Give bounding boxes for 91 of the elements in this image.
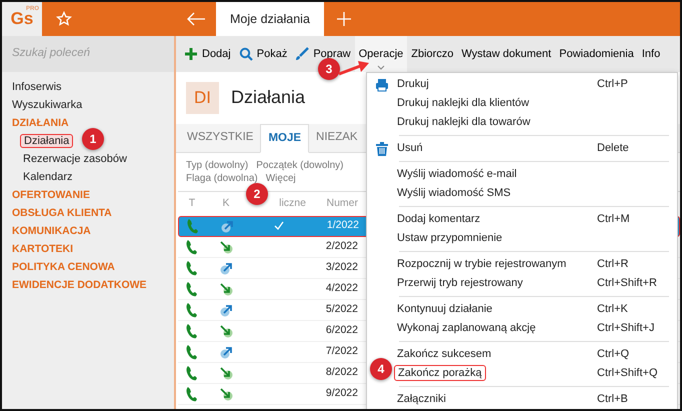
shortcut-label: Ctrl+Q [597, 348, 630, 360]
toolbar-button[interactable]: Zbiorczo [407, 36, 458, 72]
tab[interactable]: Moje działania [216, 2, 324, 36]
sidebar-item[interactable]: Infoserwis [2, 78, 174, 96]
menu-item[interactable]: Przerwij tryb rejestrowany [394, 276, 526, 290]
column-header: K [222, 196, 230, 211]
toolbar-button[interactable]: Operacje [354, 36, 408, 72]
phone-icon [185, 302, 199, 318]
toolbar-button[interactable]: Info [638, 36, 664, 72]
menu-item[interactable]: Wyślij wiadomość SMS [394, 186, 514, 200]
tab[interactable]: NIEZAK [309, 124, 365, 152]
plus-icon [184, 47, 198, 61]
column-header: Numer [326, 196, 358, 209]
shortcut-label: Ctrl+Shift+R [597, 277, 657, 290]
incoming-arrow-icon [219, 282, 233, 296]
sidebar-item[interactable]: Kalendarz [20, 171, 76, 183]
table-cell: 2/2022 [326, 240, 358, 252]
back-icon[interactable] [186, 12, 206, 26]
incoming-arrow-icon [219, 386, 233, 400]
table-cell: 4/2022 [326, 282, 358, 294]
table-cell: 1/2022 [326, 219, 359, 232]
phone-icon [185, 238, 199, 254]
column-header: liczne [279, 196, 306, 209]
sidebar-item[interactable]: Wyszukiwarka [2, 96, 174, 114]
shortcut-label: Ctrl+Shift+J [597, 322, 654, 334]
module-code: DI [186, 82, 219, 114]
phone-icon [185, 386, 199, 402]
shortcut-label: Ctrl+B [597, 393, 628, 406]
incoming-arrow-icon [219, 240, 233, 254]
arrow-icon [338, 60, 370, 76]
phone-icon [185, 280, 199, 296]
menu-item[interactable]: Drukuj [394, 77, 432, 92]
tab[interactable]: WSZYSTKIE [180, 124, 260, 152]
sidebar-item[interactable]: Rezerwacje zasobów [20, 153, 130, 165]
printer-icon [375, 78, 389, 92]
menu-item[interactable]: Załączniki [394, 392, 449, 406]
table-cell: 5/2022 [326, 302, 358, 315]
menu-item[interactable]: Dodaj komentarz [394, 212, 484, 226]
tab[interactable]: MOJE [260, 124, 310, 153]
sidebar-item[interactable]: Działania [20, 134, 74, 148]
search-input[interactable]: Szukaj poleceń [10, 44, 170, 64]
column-header: T [188, 196, 196, 211]
filter-link[interactable]: Więcej [266, 172, 296, 184]
menu-item[interactable]: Wyślij wiadomość e-mail [394, 167, 520, 182]
outgoing-arrow-icon [219, 344, 233, 358]
shortcut-label: Ctrl+R [597, 258, 628, 270]
step-marker: 2 [246, 183, 268, 205]
menu-item[interactable]: Zakończ sukcesem [394, 347, 494, 362]
shortcut-label: Ctrl+M [597, 213, 630, 226]
menu-item[interactable]: Drukuj naklejki dla klientów [394, 96, 532, 110]
toolbar-button[interactable]: Dodaj [180, 36, 235, 72]
outgoing-arrow-icon [219, 260, 233, 274]
search-icon [238, 47, 253, 61]
trash-icon [375, 142, 389, 156]
menu-item[interactable]: Zakończ porażką [394, 365, 486, 382]
menu-item[interactable]: Ustaw przypomnienie [394, 231, 506, 246]
toolbar-button[interactable]: Powiadomienia [555, 36, 638, 72]
table-cell: 6/2022 [326, 324, 358, 336]
search-field[interactable]: Szukaj poleceń [2, 36, 174, 72]
shortcut-label: Delete [597, 142, 629, 154]
menu-item[interactable]: Drukuj naklejki dla towarów [394, 115, 534, 130]
phone-icon [185, 260, 199, 276]
incoming-arrow-icon [219, 324, 233, 338]
table-cell: 8/2022 [326, 366, 358, 378]
toolbar-button[interactable]: Pokaż [234, 36, 292, 72]
incoming-arrow-icon [219, 366, 233, 380]
menu-item[interactable]: Rozpocznij w trybie rejestrowanym [394, 257, 570, 272]
filter-link[interactable]: Typ (dowolny) [186, 160, 248, 171]
filter-link[interactable]: Początek (dowolny) [256, 160, 344, 171]
phone-icon [185, 322, 199, 338]
brush-icon [295, 47, 310, 61]
plus-icon[interactable] [336, 11, 352, 27]
shortcut-label: Ctrl+K [597, 303, 628, 316]
shortcut-label: Ctrl+Shift+Q [597, 367, 658, 380]
star-icon[interactable] [56, 11, 72, 27]
phone-icon [186, 218, 200, 234]
menu-item[interactable]: Kontynuuj działanie [394, 302, 496, 316]
phone-icon [185, 364, 199, 380]
menu-item[interactable]: Wykonaj zaplanowaną akcję [394, 321, 539, 336]
outgoing-arrow-icon [219, 302, 233, 316]
phone-icon [185, 344, 199, 360]
chevron-icon [376, 65, 385, 70]
outgoing-arrow-icon [220, 219, 234, 233]
table-cell: 7/2022 [326, 344, 358, 357]
table-cell: 9/2022 [326, 386, 358, 399]
module-title: Działania [231, 86, 306, 110]
filter-link[interactable]: Flaga (dowolna) [186, 172, 258, 184]
menu-item[interactable]: Usuń [394, 141, 426, 156]
shortcut-label: Ctrl+P [597, 78, 628, 90]
table-cell: 3/2022 [326, 260, 358, 273]
toolbar-button[interactable]: Wystaw dokument [457, 36, 556, 72]
